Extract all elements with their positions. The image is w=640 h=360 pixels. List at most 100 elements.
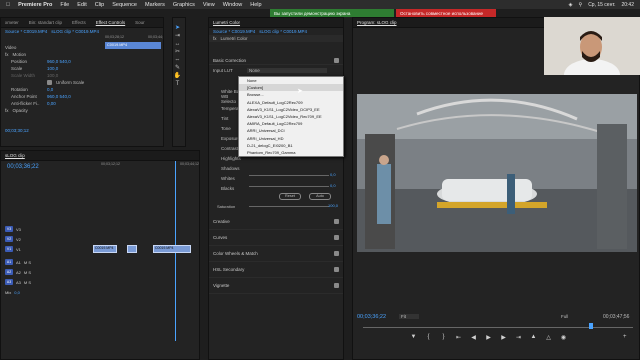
menu-markers[interactable]: Markers [145, 2, 165, 8]
saturation-value[interactable]: 100,0 [328, 203, 338, 208]
blacks-slider[interactable] [249, 186, 329, 187]
track-v3[interactable]: V3 V3 [1, 225, 91, 233]
timeline-clip-1[interactable]: C0019.MP4 [93, 245, 117, 253]
blacks-value[interactable]: 0,0 [330, 183, 336, 188]
section-hsl-secondary[interactable]: HSL Secondary [209, 262, 343, 278]
menu-graphics[interactable]: Graphics [173, 2, 195, 8]
section-creative[interactable]: Creative [209, 214, 343, 230]
ec-row-uniform-scale[interactable]: Uniform Scale [1, 79, 103, 86]
lut-option[interactable]: Browse... [239, 91, 343, 98]
section-basic-correction[interactable]: Basic Correction [209, 56, 343, 65]
hand-icon[interactable]: ✋ [173, 72, 182, 80]
ec-row-scale[interactable]: Scale 100,0 [1, 65, 103, 72]
section-vignette[interactable]: Vignette [209, 278, 343, 294]
go-to-in-icon[interactable]: ⇤ [454, 334, 463, 341]
track-v2[interactable]: V2 V2 [1, 235, 91, 243]
ec-timecode[interactable]: 00;03;30;12 [5, 128, 29, 133]
tab-xmeter[interactable]: xmeter [5, 20, 19, 25]
uniform-scale-checkbox[interactable] [47, 80, 52, 85]
track-a3[interactable]: A3 A3 M S [1, 278, 91, 286]
step-forward-icon[interactable]: ▶ [499, 334, 508, 341]
menu-window[interactable]: Window [223, 2, 243, 8]
lut-option[interactable]: D-21_delogC_EI0200_B1 [239, 142, 343, 149]
track-v1[interactable]: V1 V1 [1, 245, 91, 253]
pen-icon[interactable]: ✎ [173, 64, 182, 72]
lut-option[interactable]: AMIRA_Default_LogC2Rec709 [239, 120, 343, 127]
ec-row-opacity[interactable]: fx Opacity [1, 107, 103, 114]
saturation-slider[interactable] [249, 206, 329, 207]
ec-row-anchor[interactable]: Anchor Point 960,0 540,0 [1, 93, 103, 100]
program-playhead[interactable] [589, 323, 593, 329]
section-color-wheels[interactable]: Color Wheels & Match [209, 246, 343, 262]
lut-option[interactable]: AlexaV3_K1S1_LogC2Video_Rec709_EE [239, 113, 343, 120]
export-frame-icon[interactable]: ◉ [559, 334, 568, 341]
source-label[interactable]: Source * C0019.MP4 [5, 29, 47, 34]
step-back-icon[interactable]: ◀ [469, 334, 478, 341]
add-button-icon[interactable]: + [623, 334, 627, 340]
mark-in-icon[interactable]: { [424, 334, 433, 341]
wifi-icon[interactable]: ◈ [569, 2, 573, 8]
menu-clip[interactable]: Clip [95, 2, 104, 8]
menu-edit[interactable]: Edit [77, 2, 86, 8]
lift-icon[interactable]: ▲ [529, 334, 538, 341]
ec-row-position[interactable]: Position 960,0 540,0 [1, 58, 103, 65]
tab-effects[interactable]: Effects [72, 20, 86, 25]
lut-option[interactable]: AlexaV3_K1S1_LogC2Video_DCIP3_EE [239, 106, 343, 113]
input-lut-dropdown[interactable]: None [247, 68, 327, 73]
whites-value[interactable]: 0,0 [330, 172, 336, 177]
auto-button[interactable]: Auto [309, 193, 331, 200]
lut-option[interactable]: Phantom_Rec709_Gamma [239, 149, 343, 156]
quality-dropdown[interactable]: Full [561, 314, 568, 319]
lumetri-clip[interactable]: sLOG clip * C0019.MP4 [259, 29, 307, 34]
program-timecode[interactable]: 00;03;36;22 [357, 314, 386, 320]
reset-button[interactable]: Reset [279, 193, 301, 200]
type-icon[interactable]: T [173, 80, 182, 88]
ec-clip-bar[interactable]: C0019.MP4 [105, 42, 161, 49]
track-a1[interactable]: A1 A1 M S [1, 258, 91, 266]
ec-row-motion[interactable]: fx Motion [1, 51, 103, 58]
timeline-clip-2[interactable] [127, 245, 137, 253]
menu-sequence[interactable]: Sequence [112, 2, 137, 8]
ec-row-antiflicker[interactable]: Anti-flicker Fi.. 0,00 [1, 100, 103, 107]
lut-option[interactable]: ARRI_Universal_HD [239, 135, 343, 142]
ec-row-rotation[interactable]: Rotation 0,0 [1, 86, 103, 93]
extract-icon[interactable]: △ [544, 334, 553, 341]
lut-option[interactable]: None [239, 77, 343, 84]
status-area: ◈ ⚲ Ср, 15 сент. 20:42 [569, 0, 634, 9]
lut-option[interactable]: ARRI_Universal_DCI [239, 127, 343, 134]
lut-option[interactable]: [Custom] [239, 84, 343, 92]
timeline-timecode[interactable]: 00;03;36;22 [7, 164, 39, 170]
search-icon[interactable]: ⚲ [579, 2, 583, 8]
play-icon[interactable]: ▶ [484, 334, 493, 341]
menu-file[interactable]: File [60, 2, 69, 8]
tab-source[interactable]: Sour [135, 20, 145, 25]
razor-icon[interactable]: ✂ [173, 48, 182, 56]
tab-bin[interactable]: Bin: standart clip [29, 20, 62, 25]
whites-slider[interactable] [249, 175, 329, 176]
program-video-frame[interactable] [357, 94, 637, 252]
track-select-icon[interactable]: ⇥ [173, 32, 182, 40]
ripple-edit-icon[interactable]: ↔ [173, 40, 182, 48]
lut-option[interactable]: ALEXA_Default_LogC2Rec709 [239, 99, 343, 106]
tab-effect-controls[interactable]: Effect Controls [96, 20, 125, 25]
go-to-out-icon[interactable]: ⇥ [514, 334, 523, 341]
tab-timeline[interactable]: sLOG clip [5, 153, 25, 158]
clip-label[interactable]: sLOG clip * C0019.MP4 [51, 29, 99, 34]
slip-icon[interactable]: ⇔ [173, 56, 182, 64]
marker-icon[interactable]: ▼ [409, 334, 418, 341]
app-menu[interactable]: Premiere Pro [18, 2, 52, 8]
section-curves[interactable]: Curves [209, 230, 343, 246]
mark-out-icon[interactable]: } [439, 334, 448, 341]
stop-sharing-button[interactable]: Остановить совместное использование [396, 9, 496, 17]
apple-icon[interactable]:  [6, 2, 10, 8]
track-a2[interactable]: A2 A2 M S [1, 268, 91, 276]
menu-view[interactable]: View [203, 2, 215, 8]
menu-help[interactable]: Help [250, 2, 261, 8]
tab-program[interactable]: Program: sLOG clip [357, 20, 397, 25]
lumetri-source[interactable]: Source * C0019.MP4 [213, 29, 255, 34]
selection-tool-icon[interactable]: ➤ [173, 24, 182, 32]
tab-lumetri[interactable]: Lumetri Color [213, 20, 240, 25]
track-mix[interactable]: Mix 0,0 [1, 288, 91, 296]
timeline-clip-3[interactable]: C0019.MP4 [153, 245, 191, 253]
fit-dropdown[interactable]: Fit [399, 314, 419, 319]
